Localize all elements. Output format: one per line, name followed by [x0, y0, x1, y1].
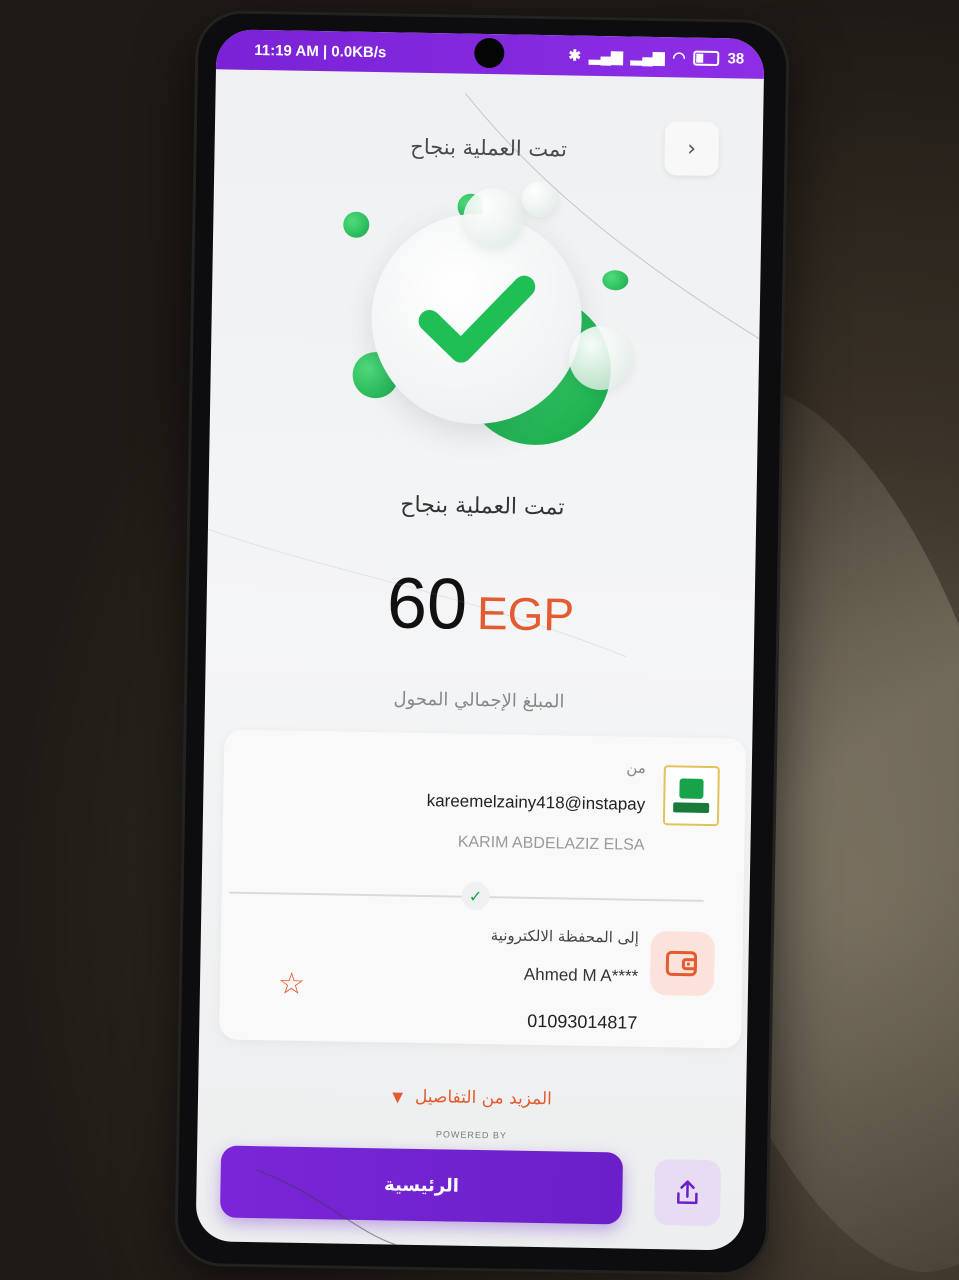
chevron-down-icon: ▼ [392, 1089, 404, 1106]
status-icons: ✱ ▂▄▆ ▂▄▆ ◠ 38 [568, 46, 744, 67]
success-illustration [329, 171, 634, 456]
bank-logo-icon [662, 765, 720, 827]
wallet-icon [649, 930, 715, 997]
check-icon [418, 275, 536, 363]
signal-icon: ▂▄▆ [588, 47, 623, 66]
star-icon[interactable]: ☆ [278, 966, 306, 1001]
share-icon [677, 1180, 698, 1205]
status-time: 11:19 AM | 0.0KB/s [254, 41, 387, 61]
recipient-phone: 01093014817 [527, 1010, 638, 1033]
from-handle: kareemelzainy418@instapay [426, 791, 646, 814]
amount-display: 60 EGP [206, 559, 755, 651]
signal-icon-2: ▂▄▆ [630, 48, 665, 67]
from-label: من [626, 758, 647, 777]
amount-value: 60 [386, 563, 468, 645]
back-button[interactable]: › [664, 121, 720, 177]
transfer-details-card: من kareemelzainy418@instapay KARIM ABDEL… [219, 729, 747, 1049]
more-details-label: المزيد من التفاصيل [414, 1086, 553, 1110]
transaction-status: تمت العملية بنجاح [400, 492, 565, 521]
battery-percent: 38 [727, 49, 745, 67]
powered-by: POWERED BY [435, 1129, 507, 1141]
glass-bubble [568, 325, 634, 391]
glass-bubble [521, 180, 559, 218]
amount-label: المبلغ الإجمالي المحول [393, 688, 565, 713]
share-button[interactable] [653, 1159, 722, 1227]
phone-screen: 11:19 AM | 0.0KB/s ✱ ▂▄▆ ▂▄▆ ◠ 38 تمت ال… [195, 29, 765, 1251]
home-button[interactable]: الرئيسية [219, 1145, 624, 1225]
battery-icon [693, 50, 720, 66]
green-dot [602, 270, 629, 291]
to-label: إلى المحفظة الالكترونية [490, 926, 640, 947]
amount-currency: EGP [476, 586, 575, 641]
phone-frame: 11:19 AM | 0.0KB/s ✱ ▂▄▆ ▂▄▆ ◠ 38 تمت ال… [177, 12, 787, 1274]
bluetooth-icon: ✱ [568, 47, 582, 65]
recipient-name: Ahmed M A**** [523, 964, 639, 986]
wifi-icon: ◠ [672, 49, 686, 67]
from-name: KARIM ABDELAZIZ ELSA [457, 833, 645, 854]
chevron-right-icon: › [687, 136, 697, 162]
check-icon: ✓ [461, 881, 490, 911]
green-dot [343, 211, 370, 238]
more-details-link[interactable]: ▼ المزيد من التفاصيل [198, 1083, 746, 1113]
